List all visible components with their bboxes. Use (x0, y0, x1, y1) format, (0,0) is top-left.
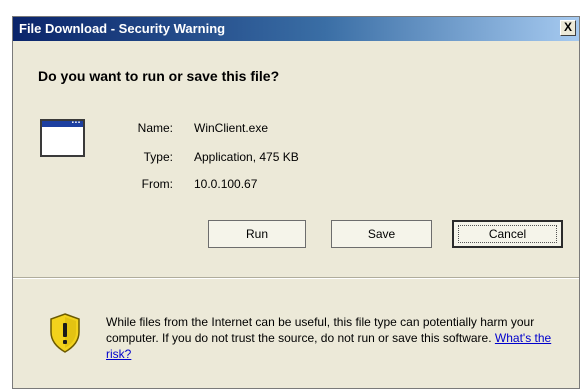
type-value: Application, 475 KB (194, 150, 299, 164)
focus-rectangle (458, 225, 557, 243)
security-shield-icon (50, 313, 80, 353)
type-label: Type: (143, 150, 173, 164)
run-button[interactable]: Run (208, 220, 306, 248)
warning-message: While files from the Internet can be use… (106, 315, 535, 345)
section-divider (13, 277, 579, 279)
from-label: From: (141, 177, 173, 191)
file-download-dialog: File Download - Security Warning X Do yo… (12, 16, 580, 389)
name-value: WinClient.exe (194, 121, 269, 135)
dialog-question: Do you want to run or save this file? (38, 68, 280, 84)
window-title: File Download - Security Warning (19, 21, 226, 36)
save-button[interactable]: Save (331, 220, 432, 248)
cancel-button[interactable]: Cancel (452, 220, 563, 248)
security-warning-text: While files from the Internet can be use… (106, 314, 578, 362)
name-label: Name: (137, 121, 173, 135)
title-bar[interactable]: File Download - Security Warning X (13, 17, 579, 41)
close-button[interactable]: X (560, 20, 576, 36)
from-value: 10.0.100.67 (194, 177, 258, 191)
